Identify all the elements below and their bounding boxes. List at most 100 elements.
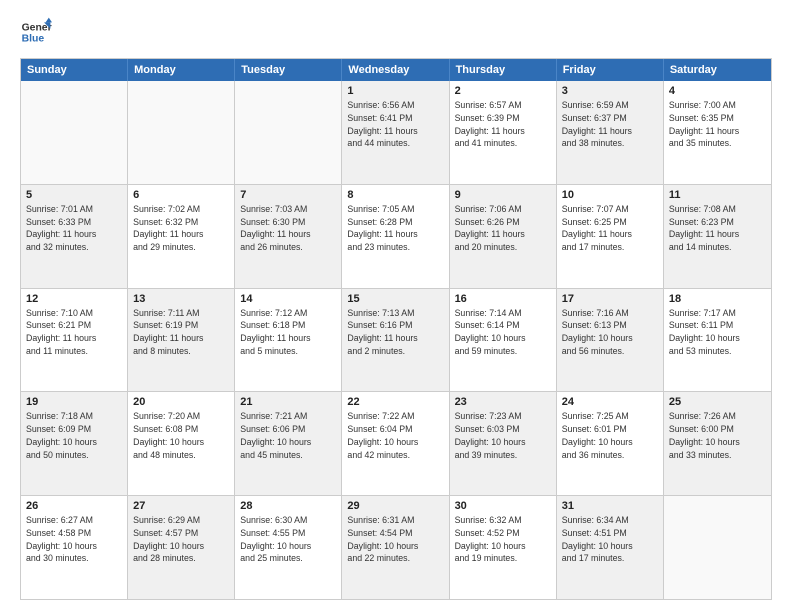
logo-icon: General Blue [20,16,52,48]
calendar-cell: 6 Sunrise: 7:02 AM Sunset: 6:32 PM Daylig… [128,185,235,288]
calendar-cell: 12Sunrise: 7:10 AM Sunset: 6:21 PM Dayli… [21,289,128,392]
calendar-cell: 13 Sunrise: 7:11 AM Sunset: 6:19 PM Dayli… [128,289,235,392]
calendar-cell: 28Sunrise: 6:30 AM Sunset: 4:55 PM Dayli… [235,496,342,599]
calendar-cell: 11 Sunrise: 7:08 AM Sunset: 6:23 PM Dayli… [664,185,771,288]
calendar-week: 19 Sunrise: 7:18 AM Sunset: 6:09 PM Dayli… [21,392,771,496]
day-number: 2 [455,85,551,97]
day-info: Sunrise: 7:18 AM Sunset: 6:09 PM Dayligh… [26,410,122,461]
calendar-cell [21,81,128,184]
calendar-week: 12Sunrise: 7:10 AM Sunset: 6:21 PM Dayli… [21,289,771,393]
day-number: 8 [347,189,443,201]
calendar-cell: 1Sunrise: 6:56 AM Sunset: 6:41 PM Daylig… [342,81,449,184]
day-info: Sunrise: 7:21 AM Sunset: 6:06 PM Dayligh… [240,410,336,461]
day-number: 5 [26,189,122,201]
calendar-header: SundayMondayTuesdayWednesdayThursdayFrid… [21,59,771,81]
calendar-cell: 15 Sunrise: 7:13 AM Sunset: 6:16 PM Dayli… [342,289,449,392]
calendar-cell: 17Sunrise: 7:16 AM Sunset: 6:13 PM Dayli… [557,289,664,392]
day-number: 15 [347,293,443,305]
day-number: 1 [347,85,443,97]
day-number: 3 [562,85,658,97]
day-number: 12 [26,293,122,305]
calendar-week: 1Sunrise: 6:56 AM Sunset: 6:41 PM Daylig… [21,81,771,185]
day-number: 13 [133,293,229,305]
calendar-cell: 14 Sunrise: 7:12 AM Sunset: 6:18 PM Dayli… [235,289,342,392]
calendar-week: 5 Sunrise: 7:01 AM Sunset: 6:33 PM Daylig… [21,185,771,289]
calendar: SundayMondayTuesdayWednesdayThursdayFrid… [20,58,772,600]
day-number: 7 [240,189,336,201]
day-info: Sunrise: 7:13 AM Sunset: 6:16 PM Dayligh… [347,307,443,358]
day-info: Sunrise: 7:08 AM Sunset: 6:23 PM Dayligh… [669,203,766,254]
day-number: 24 [562,396,658,408]
day-info: Sunrise: 6:34 AM Sunset: 4:51 PM Dayligh… [562,514,658,565]
day-number: 26 [26,500,122,512]
calendar-day-header: Monday [128,59,235,81]
day-info: Sunrise: 7:23 AM Sunset: 6:03 PM Dayligh… [455,410,551,461]
day-info: Sunrise: 6:30 AM Sunset: 4:55 PM Dayligh… [240,514,336,565]
page: General Blue SundayMondayTuesdayWednesda… [0,0,792,612]
day-number: 19 [26,396,122,408]
calendar-day-header: Wednesday [342,59,449,81]
day-number: 21 [240,396,336,408]
calendar-cell: 19 Sunrise: 7:18 AM Sunset: 6:09 PM Dayli… [21,392,128,495]
day-number: 22 [347,396,443,408]
day-info: Sunrise: 7:12 AM Sunset: 6:18 PM Dayligh… [240,307,336,358]
day-info: Sunrise: 7:16 AM Sunset: 6:13 PM Dayligh… [562,307,658,358]
calendar-cell: 31 Sunrise: 6:34 AM Sunset: 4:51 PM Dayli… [557,496,664,599]
day-info: Sunrise: 7:02 AM Sunset: 6:32 PM Dayligh… [133,203,229,254]
day-number: 25 [669,396,766,408]
calendar-cell: 9 Sunrise: 7:06 AM Sunset: 6:26 PM Daylig… [450,185,557,288]
calendar-cell: 2 Sunrise: 6:57 AM Sunset: 6:39 PM Daylig… [450,81,557,184]
calendar-day-header: Saturday [664,59,771,81]
calendar-day-header: Tuesday [235,59,342,81]
day-info: Sunrise: 6:27 AM Sunset: 4:58 PM Dayligh… [26,514,122,565]
calendar-cell: 24 Sunrise: 7:25 AM Sunset: 6:01 PM Dayli… [557,392,664,495]
day-number: 10 [562,189,658,201]
day-info: Sunrise: 6:29 AM Sunset: 4:57 PM Dayligh… [133,514,229,565]
calendar-day-header: Thursday [450,59,557,81]
svg-text:Blue: Blue [22,34,45,45]
day-number: 18 [669,293,766,305]
day-info: Sunrise: 7:05 AM Sunset: 6:28 PM Dayligh… [347,203,443,254]
day-number: 27 [133,500,229,512]
calendar-cell: 4Sunrise: 7:00 AM Sunset: 6:35 PM Daylig… [664,81,771,184]
day-number: 30 [455,500,551,512]
calendar-cell [664,496,771,599]
calendar-cell: 10Sunrise: 7:07 AM Sunset: 6:25 PM Dayli… [557,185,664,288]
calendar-body: 1Sunrise: 6:56 AM Sunset: 6:41 PM Daylig… [21,81,771,599]
calendar-cell: 22 Sunrise: 7:22 AM Sunset: 6:04 PM Dayli… [342,392,449,495]
calendar-cell: 21 Sunrise: 7:21 AM Sunset: 6:06 PM Dayli… [235,392,342,495]
calendar-cell: 8 Sunrise: 7:05 AM Sunset: 6:28 PM Daylig… [342,185,449,288]
calendar-cell: 23 Sunrise: 7:23 AM Sunset: 6:03 PM Dayli… [450,392,557,495]
calendar-cell: 16 Sunrise: 7:14 AM Sunset: 6:14 PM Dayli… [450,289,557,392]
day-number: 16 [455,293,551,305]
day-info: Sunrise: 7:25 AM Sunset: 6:01 PM Dayligh… [562,410,658,461]
calendar-day-header: Sunday [21,59,128,81]
day-info: Sunrise: 6:57 AM Sunset: 6:39 PM Dayligh… [455,99,551,150]
day-info: Sunrise: 7:03 AM Sunset: 6:30 PM Dayligh… [240,203,336,254]
calendar-cell: 25 Sunrise: 7:26 AM Sunset: 6:00 PM Dayli… [664,392,771,495]
calendar-cell: 7 Sunrise: 7:03 AM Sunset: 6:30 PM Daylig… [235,185,342,288]
day-info: Sunrise: 7:20 AM Sunset: 6:08 PM Dayligh… [133,410,229,461]
day-info: Sunrise: 7:22 AM Sunset: 6:04 PM Dayligh… [347,410,443,461]
day-info: Sunrise: 7:06 AM Sunset: 6:26 PM Dayligh… [455,203,551,254]
day-info: Sunrise: 7:11 AM Sunset: 6:19 PM Dayligh… [133,307,229,358]
day-number: 23 [455,396,551,408]
calendar-day-header: Friday [557,59,664,81]
day-info: Sunrise: 7:26 AM Sunset: 6:00 PM Dayligh… [669,410,766,461]
day-number: 29 [347,500,443,512]
calendar-cell: 29 Sunrise: 6:31 AM Sunset: 4:54 PM Dayli… [342,496,449,599]
day-number: 11 [669,189,766,201]
calendar-cell: 30Sunrise: 6:32 AM Sunset: 4:52 PM Dayli… [450,496,557,599]
day-number: 31 [562,500,658,512]
day-number: 4 [669,85,766,97]
day-number: 6 [133,189,229,201]
calendar-cell: 3Sunrise: 6:59 AM Sunset: 6:37 PM Daylig… [557,81,664,184]
day-info: Sunrise: 7:01 AM Sunset: 6:33 PM Dayligh… [26,203,122,254]
day-info: Sunrise: 7:14 AM Sunset: 6:14 PM Dayligh… [455,307,551,358]
day-number: 14 [240,293,336,305]
day-number: 9 [455,189,551,201]
calendar-cell: 18Sunrise: 7:17 AM Sunset: 6:11 PM Dayli… [664,289,771,392]
logo: General Blue [20,16,52,48]
calendar-cell [128,81,235,184]
day-info: Sunrise: 6:31 AM Sunset: 4:54 PM Dayligh… [347,514,443,565]
